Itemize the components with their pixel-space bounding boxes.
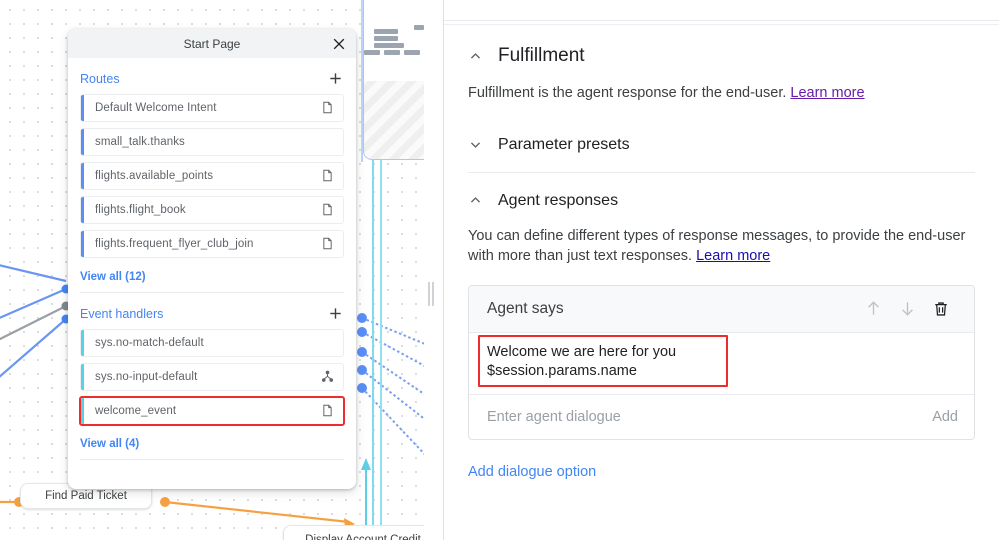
parameter-presets-section-header[interactable]: Parameter presets <box>468 136 975 154</box>
fulfillment-heading: Fulfillment <box>498 45 585 66</box>
section-rule <box>468 171 975 173</box>
event-handler-item-sys-no-input-default[interactable]: sys.no-input-default <box>80 363 344 391</box>
chevron-up-icon[interactable] <box>468 194 482 208</box>
plus-icon[interactable] <box>326 305 344 323</box>
event-handler-item-label: welcome_event <box>95 405 177 417</box>
node-hatched-area <box>364 81 424 159</box>
event-handlers-section-header: Event handlers <box>80 298 344 329</box>
arrow-down-icon[interactable] <box>890 292 924 326</box>
section-divider <box>80 459 344 460</box>
flow-canvas[interactable]: Find Paid Ticket Display Account Credit … <box>0 0 424 540</box>
fulfillment-content: Fulfillment Fulfillment is the agent res… <box>444 45 999 480</box>
app-root: Find Paid Ticket Display Account Credit … <box>0 0 999 540</box>
page-icon[interactable] <box>321 101 335 115</box>
trash-icon[interactable] <box>924 292 958 326</box>
panel-topbar <box>444 0 999 21</box>
agent-says-message[interactable]: Welcome we are here for you $session.par… <box>487 343 958 382</box>
route-item-label: flights.frequent_flyer_club_join <box>95 238 254 250</box>
chevron-down-icon[interactable] <box>468 138 482 152</box>
route-item-label: Default Welcome Intent <box>95 102 217 114</box>
section-divider <box>80 292 344 293</box>
agent-says-card-header: Agent says <box>469 285 974 333</box>
canvas-node-display-account-credit[interactable]: Display Account Credit <box>283 525 424 540</box>
agent-dialogue-input-row[interactable]: Enter agent dialogue Add <box>469 395 974 439</box>
event-handlers-view-all-link[interactable]: View all (4) <box>80 431 344 457</box>
fulfillment-section-header[interactable]: Fulfillment <box>468 45 975 67</box>
page-icon[interactable] <box>321 169 335 183</box>
event-handler-item-label: sys.no-input-default <box>95 371 198 383</box>
panel-topbar-secondary <box>444 21 999 25</box>
add-dialogue-option-link[interactable]: Add dialogue option <box>468 464 975 480</box>
start-page-panel[interactable]: Start Page Routes Default Welcome Intent… <box>68 29 356 489</box>
arrow-up-icon[interactable] <box>856 292 890 326</box>
node-placeholder-bars <box>364 25 424 65</box>
route-item-label: small_talk.thanks <box>95 136 185 148</box>
page-icon[interactable] <box>321 237 335 251</box>
event-handler-item-label: sys.no-match-default <box>95 337 204 349</box>
routes-section-header: Routes <box>80 63 344 94</box>
start-page-header: Start Page <box>68 29 356 58</box>
close-icon[interactable] <box>330 35 348 53</box>
agent-responses-section-header[interactable]: Agent responses <box>468 192 975 210</box>
panel-resize-handle[interactable] <box>428 282 435 306</box>
route-item-flights-available-points[interactable]: flights.available_points <box>80 162 344 190</box>
routes-heading[interactable]: Routes <box>80 72 120 86</box>
page-icon[interactable] <box>321 404 335 418</box>
add-button[interactable]: Add <box>932 409 958 425</box>
route-item-label: flights.available_points <box>95 170 214 182</box>
agent-dialogue-input[interactable]: Enter agent dialogue <box>487 409 932 425</box>
canvas-node-partial[interactable] <box>363 0 424 160</box>
route-item-flights-frequent-flyer-club-join[interactable]: flights.frequent_flyer_club_join <box>80 230 344 258</box>
start-page-body: Routes Default Welcome Intent small_talk… <box>68 58 356 489</box>
plus-icon[interactable] <box>326 70 344 88</box>
fulfillment-panel: Fulfillment Fulfillment is the agent res… <box>444 0 999 540</box>
agent-responses-description: You can define different types of respon… <box>468 226 975 267</box>
agent-says-card: Agent says Welcome we are here for you $… <box>468 284 975 440</box>
page-icon[interactable] <box>321 203 335 217</box>
canvas-node-label: Find Paid Ticket <box>45 490 127 502</box>
route-item-label: flights.flight_book <box>95 204 186 216</box>
flow-icon[interactable] <box>321 370 335 384</box>
event-handler-item-sys-no-match-default[interactable]: sys.no-match-default <box>80 329 344 357</box>
agent-responses-learn-more-link[interactable]: Learn more <box>696 248 770 264</box>
agent-says-title: Agent says <box>487 299 564 317</box>
start-page-title: Start Page <box>183 36 241 51</box>
chevron-up-icon[interactable] <box>468 49 482 63</box>
agent-says-message-row[interactable]: Welcome we are here for you $session.par… <box>469 333 974 395</box>
event-handlers-heading[interactable]: Event handlers <box>80 307 163 321</box>
parameter-presets-heading: Parameter presets <box>498 135 630 153</box>
routes-view-all-link[interactable]: View all (12) <box>80 264 344 290</box>
agent-responses-heading: Agent responses <box>498 191 619 209</box>
route-item-default-welcome-intent[interactable]: Default Welcome Intent <box>80 94 344 122</box>
fulfillment-learn-more-link[interactable]: Learn more <box>790 85 864 101</box>
canvas-node-label: Display Account Credit <box>305 534 421 540</box>
fulfillment-description-text: Fulfillment is the agent response for th… <box>468 85 787 101</box>
route-item-small-talk-thanks[interactable]: small_talk.thanks <box>80 128 344 156</box>
event-handler-item-welcome-event[interactable]: welcome_event <box>79 396 345 426</box>
route-item-flights-flight-book[interactable]: flights.flight_book <box>80 196 344 224</box>
fulfillment-description: Fulfillment is the agent response for th… <box>468 83 975 104</box>
